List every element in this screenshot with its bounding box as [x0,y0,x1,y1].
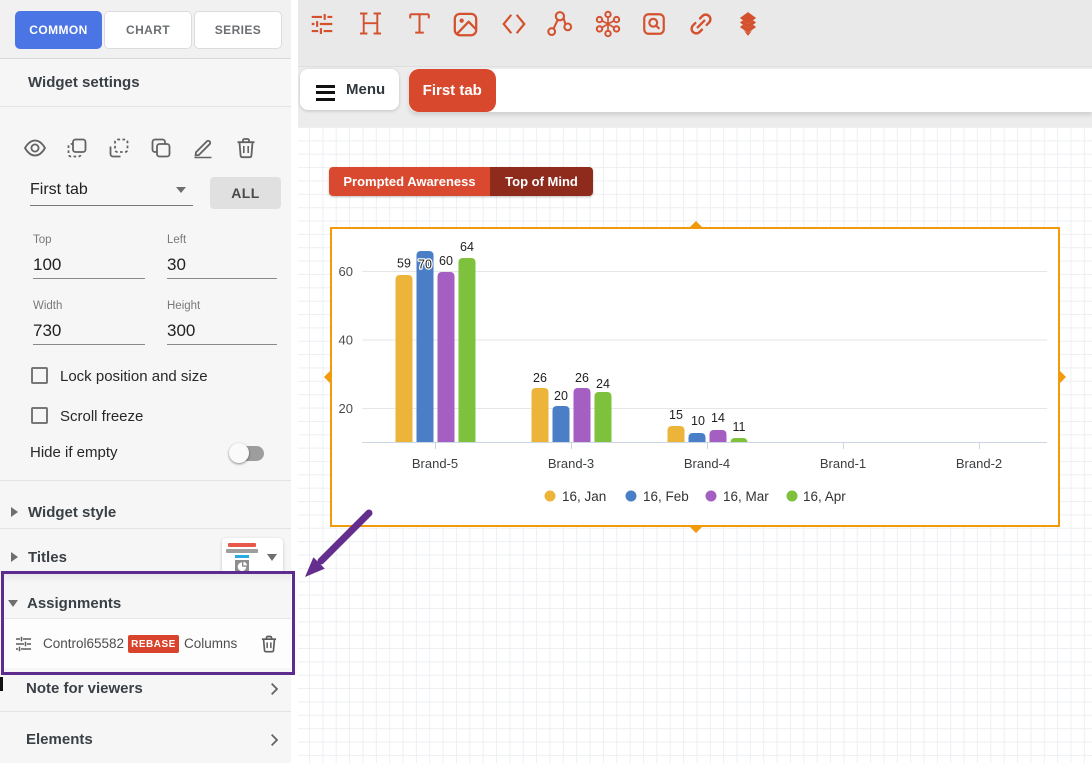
svg-text:14: 14 [711,411,725,425]
svg-text:15: 15 [669,408,683,422]
svg-text:Brand-5: Brand-5 [412,456,458,471]
svg-text:Brand-1: Brand-1 [820,456,866,471]
svg-text:11: 11 [733,420,746,434]
svg-text:24: 24 [596,377,610,391]
svg-text:60: 60 [339,264,353,279]
svg-text:20: 20 [554,389,568,403]
svg-text:10: 10 [691,414,705,428]
svg-text:Brand-4: Brand-4 [684,456,730,471]
svg-text:64: 64 [460,240,474,254]
svg-text:59: 59 [397,257,411,271]
svg-text:Brand-2: Brand-2 [956,456,1002,471]
svg-text:16, Apr: 16, Apr [803,489,846,504]
svg-text:26: 26 [533,371,547,385]
svg-text:20: 20 [339,401,353,416]
svg-text:16, Feb: 16, Feb [643,489,689,504]
svg-text:70: 70 [418,258,432,272]
svg-text:26: 26 [575,371,589,385]
svg-text:Brand-3: Brand-3 [548,456,594,471]
svg-text:60: 60 [439,254,453,268]
svg-text:16, Jan: 16, Jan [562,489,606,504]
svg-text:16, Mar: 16, Mar [723,489,769,504]
svg-text:40: 40 [339,333,353,348]
